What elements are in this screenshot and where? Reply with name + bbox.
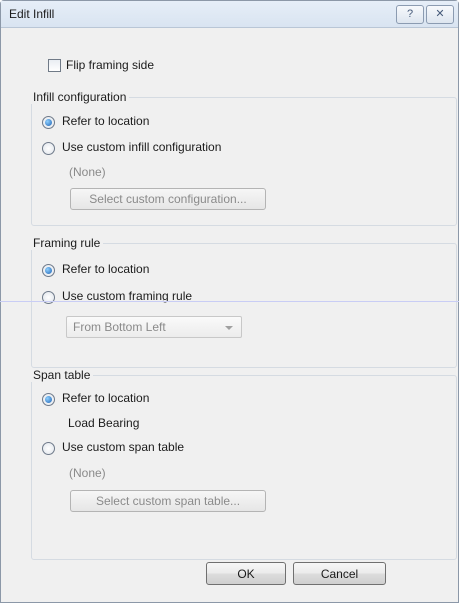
dialog-content: Flip framing side Infill configuration R… [1, 28, 458, 602]
close-button[interactable]: ✕ [426, 5, 454, 24]
span-table-group: Span table Refer to location Load Bearin… [31, 368, 457, 560]
framing-rule-dropdown-value: From Bottom Left [73, 320, 166, 334]
infill-configuration-group: Infill configuration Refer to location U… [31, 90, 457, 226]
span-location-value: Load Bearing [68, 416, 140, 430]
select-custom-configuration-button[interactable]: Select custom configuration... [70, 188, 266, 210]
ok-button[interactable]: OK [206, 562, 286, 585]
rendering-artifact-line [0, 301, 459, 302]
window-title: Edit Infill [9, 7, 55, 21]
framing-refer-radio[interactable] [42, 264, 55, 277]
chevron-down-icon [225, 326, 233, 330]
infill-custom-value: (None) [69, 165, 106, 179]
help-button[interactable]: ? [396, 5, 424, 24]
close-icon: ✕ [435, 8, 445, 20]
span-refer-radio[interactable] [42, 393, 55, 406]
cancel-button[interactable]: Cancel [293, 562, 386, 585]
framing-rule-group: Framing rule Refer to location Use custo… [31, 236, 457, 368]
flip-framing-label[interactable]: Flip framing side [66, 58, 154, 72]
infill-refer-radio[interactable] [42, 116, 55, 129]
span-custom-radio[interactable] [42, 442, 55, 455]
span-custom-label[interactable]: Use custom span table [62, 440, 184, 454]
select-custom-span-table-button[interactable]: Select custom span table... [70, 490, 266, 512]
span-refer-label[interactable]: Refer to location [62, 391, 149, 405]
span-table-legend: Span table [31, 368, 94, 382]
flip-framing-checkbox[interactable] [48, 59, 61, 72]
title-bar: Edit Infill ? ✕ [1, 1, 458, 28]
framing-refer-label[interactable]: Refer to location [62, 262, 149, 276]
infill-custom-label[interactable]: Use custom infill configuration [62, 140, 221, 154]
infill-configuration-legend: Infill configuration [31, 90, 130, 104]
framing-rule-dropdown[interactable]: From Bottom Left [66, 316, 242, 338]
framing-custom-radio[interactable] [42, 291, 55, 304]
infill-custom-radio[interactable] [42, 142, 55, 155]
infill-refer-label[interactable]: Refer to location [62, 114, 149, 128]
framing-rule-legend: Framing rule [31, 236, 104, 250]
span-custom-value: (None) [69, 466, 106, 480]
help-icon: ? [406, 8, 414, 20]
